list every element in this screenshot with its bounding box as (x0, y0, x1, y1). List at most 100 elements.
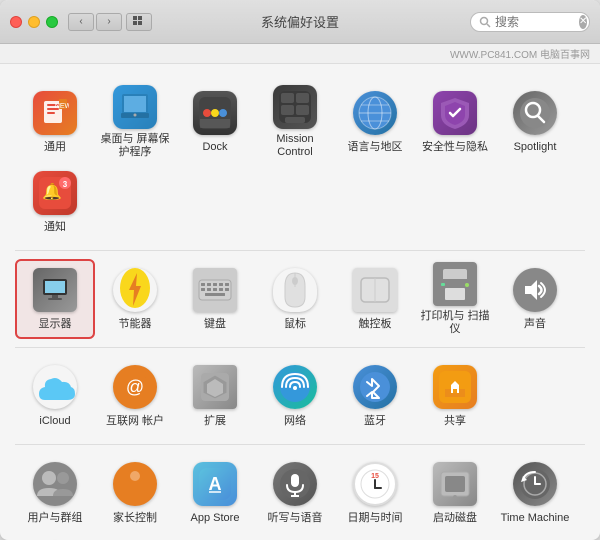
search-clear-button[interactable]: ✕ (579, 15, 587, 29)
icon-item-general[interactable]: NEW 通用 (15, 82, 95, 162)
mission-label: Mission Control (259, 133, 331, 159)
close-button[interactable] (10, 16, 22, 28)
internet-icon: @ (111, 363, 159, 411)
icon-item-startup[interactable]: 启动磁盘 (415, 453, 495, 533)
bluetooth-label: 蓝牙 (364, 415, 386, 428)
window-title: 系统偏好设置 (261, 12, 339, 31)
notify-icon: 3🔔 (31, 169, 79, 217)
display-icon (31, 266, 79, 314)
icon-item-printer[interactable]: 打印机与 扫描仪 (415, 259, 495, 339)
parental-icon (111, 460, 159, 508)
security-label: 安全性与隐私 (422, 141, 488, 154)
icon-item-datetime[interactable]: 15 日期与时间 (335, 453, 415, 533)
svg-text:NEW: NEW (55, 103, 69, 110)
svg-text:3: 3 (63, 180, 68, 189)
section-hardware: 显示器 节能器 键盘 鼠标 触控板 打印机与 扫描仪 声音 (15, 251, 585, 348)
startup-label: 启动磁盘 (433, 512, 477, 525)
dock-icon (191, 89, 239, 137)
icon-item-timemachine[interactable]: Time Machine (495, 453, 575, 533)
section-personal: NEW 通用 桌面与 屏幕保护程序 Dock Mission Control语言与地区安… (15, 74, 585, 251)
svg-text:A: A (209, 474, 222, 494)
printer-icon (431, 262, 479, 306)
icon-item-extensions[interactable]: 扩展 (175, 356, 255, 436)
parental-label: 家长控制 (113, 512, 157, 525)
energy-label: 节能器 (119, 318, 152, 331)
datetime-icon: 15 (351, 460, 399, 508)
trackpad-label: 触控板 (359, 318, 392, 331)
icon-item-dictation[interactable]: 听写与语音 (255, 453, 335, 533)
icon-item-mission[interactable]: Mission Control (255, 82, 335, 162)
icon-item-internet[interactable]: @ 互联网 帐户 (95, 356, 175, 436)
maximize-button[interactable] (46, 16, 58, 28)
icon-item-dock[interactable]: Dock (175, 82, 255, 162)
appstore-label: App Store (191, 512, 240, 525)
display-label: 显示器 (39, 318, 72, 331)
network-icon (271, 363, 319, 411)
section-internet: iCloud @ 互联网 帐户 扩展 网络 蓝牙 共享 (15, 348, 585, 445)
preferences-content: NEW 通用 桌面与 屏幕保护程序 Dock Mission Control语言与地区安… (0, 64, 600, 540)
timemachine-icon (511, 460, 559, 508)
icon-item-mouse[interactable]: 鼠标 (255, 259, 335, 339)
mouse-label: 鼠标 (284, 318, 306, 331)
icon-item-parental[interactable]: 家长控制 (95, 453, 175, 533)
startup-icon (431, 460, 479, 508)
printer-label: 打印机与 扫描仪 (419, 310, 491, 336)
nav-buttons: ‹ › (68, 13, 122, 31)
icon-item-users[interactable]: 用户与群组 (15, 453, 95, 533)
users-label: 用户与群组 (28, 512, 83, 525)
icon-item-language[interactable]: 语言与地区 (335, 82, 415, 162)
search-box[interactable]: ✕ (470, 12, 590, 32)
icloud-icon (31, 363, 79, 411)
mission-icon (271, 85, 319, 129)
icon-item-notify[interactable]: 3🔔 通知 (15, 162, 95, 242)
icon-item-accessibility[interactable]: 辅助功能 (15, 533, 95, 540)
sharing-icon (431, 363, 479, 411)
extensions-label: 扩展 (204, 415, 226, 428)
icon-item-appstore[interactable]: A App Store (175, 453, 255, 533)
icon-item-spotlight[interactable]: Spotlight (495, 82, 575, 162)
icon-item-trackpad[interactable]: 触控板 (335, 259, 415, 339)
forward-button[interactable]: › (96, 13, 122, 31)
svg-text:🔔: 🔔 (42, 183, 62, 201)
spotlight-label: Spotlight (514, 141, 557, 154)
mouse-icon (271, 266, 319, 314)
icon-item-security[interactable]: 安全性与隐私 (415, 82, 495, 162)
trackpad-icon (351, 266, 399, 314)
keyboard-label: 键盘 (204, 318, 226, 331)
minimize-button[interactable] (28, 16, 40, 28)
titlebar: ‹ › 系统偏好设置 ✕ (0, 0, 600, 44)
language-icon (351, 89, 399, 137)
spotlight-icon (511, 89, 559, 137)
sound-icon (511, 266, 559, 314)
notify-label: 通知 (44, 221, 66, 234)
icon-item-energy[interactable]: 节能器 (95, 259, 175, 339)
icon-item-keyboard[interactable]: 键盘 (175, 259, 255, 339)
dock-label: Dock (202, 141, 227, 154)
icon-item-sound[interactable]: 声音 (495, 259, 575, 339)
dictation-label: 听写与语音 (268, 512, 323, 525)
svg-text:@: @ (126, 377, 144, 397)
watermark: WWW.PC841.COM 电脑百事网 (0, 44, 600, 64)
icon-item-bluetooth[interactable]: 蓝牙 (335, 356, 415, 436)
extensions-icon (191, 363, 239, 411)
general-label: 通用 (44, 141, 66, 154)
appstore-icon: A (191, 460, 239, 508)
icon-item-display[interactable]: 显示器 (15, 259, 95, 339)
icon-item-icloud[interactable]: iCloud (15, 356, 95, 436)
internet-label: 互联网 帐户 (106, 415, 164, 428)
icon-item-network[interactable]: 网络 (255, 356, 335, 436)
sound-label: 声音 (524, 318, 546, 331)
grid-button[interactable] (126, 13, 152, 31)
network-label: 网络 (284, 415, 306, 428)
icon-item-sharing[interactable]: 共享 (415, 356, 495, 436)
section-system: 用户与群组 家长控制 A App Store 听写与语音 15 日期与时间 启动磁盘 Time … (15, 445, 585, 540)
bluetooth-icon (351, 363, 399, 411)
icon-item-desktop[interactable]: 桌面与 屏幕保护程序 (95, 82, 175, 162)
svg-text:15: 15 (371, 473, 379, 480)
timemachine-label: Time Machine (501, 512, 570, 525)
traffic-lights (10, 16, 58, 28)
back-button[interactable]: ‹ (68, 13, 94, 31)
datetime-label: 日期与时间 (348, 512, 403, 525)
search-input[interactable] (495, 15, 575, 29)
dictation-icon (271, 460, 319, 508)
